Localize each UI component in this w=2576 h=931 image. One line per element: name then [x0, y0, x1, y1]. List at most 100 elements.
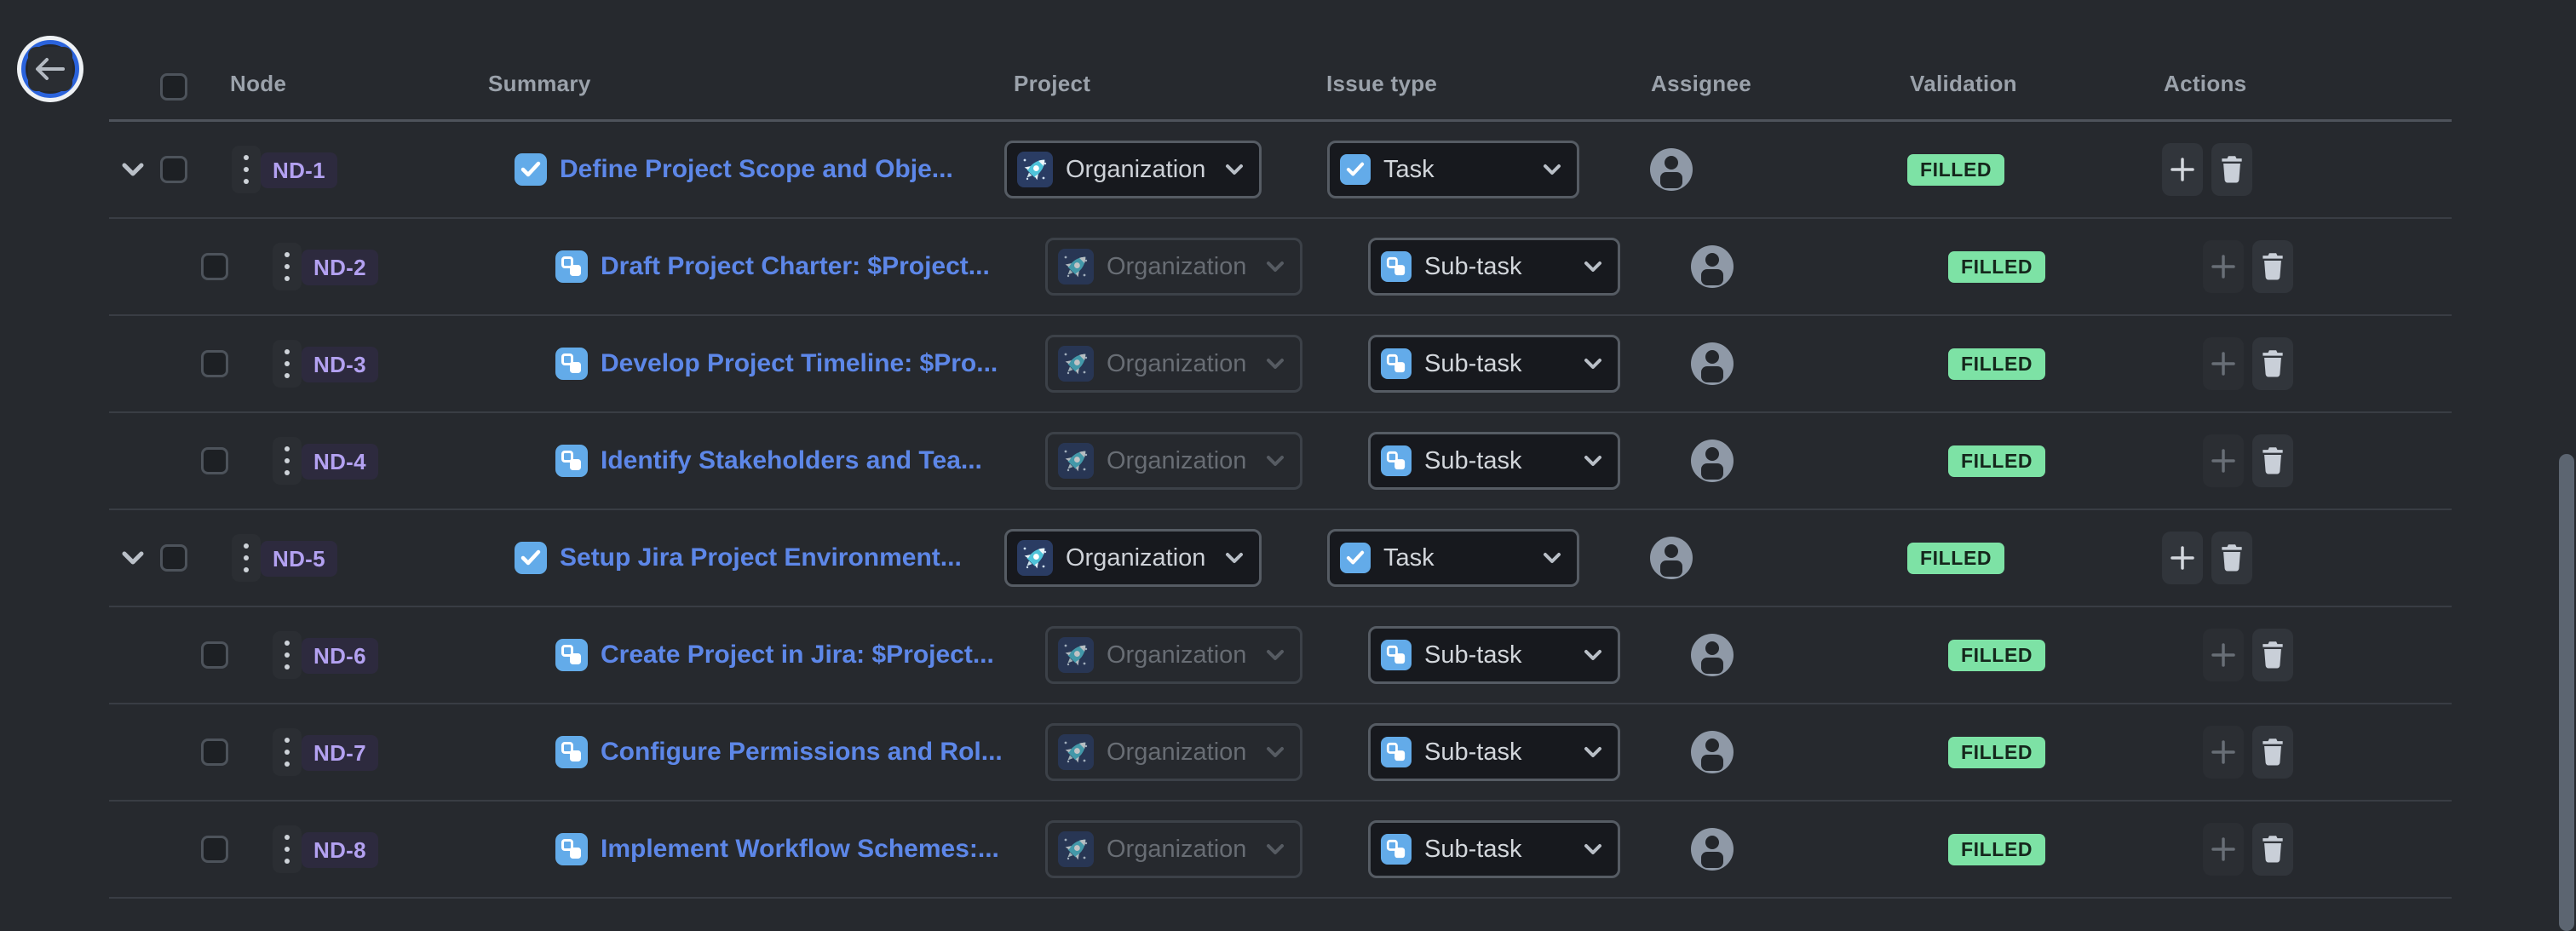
- plus-icon: [2210, 253, 2237, 280]
- column-header-summary: Summary: [488, 71, 591, 97]
- drag-handle-icon[interactable]: [232, 146, 261, 193]
- project-label: Organization: [1107, 641, 1246, 670]
- summary-link[interactable]: Define Project Scope and Obje...: [560, 155, 953, 184]
- issue-type-label: Sub-task: [1424, 836, 1521, 864]
- validation-badge: FILLED: [1907, 543, 2004, 574]
- delete-row-button[interactable]: [2252, 240, 2293, 293]
- column-header-validation: Validation: [1910, 71, 2017, 97]
- rocket-icon: [1058, 637, 1094, 673]
- issue-type-label: Sub-task: [1424, 447, 1521, 475]
- expand-chevron-icon[interactable]: [118, 545, 148, 571]
- assignee-avatar person-avatar-icon[interactable]: [1650, 148, 1693, 191]
- task-icon: [1340, 543, 1371, 573]
- select-all-checkbox[interactable]: [160, 73, 187, 101]
- issue-type-select[interactable]: Sub-task: [1368, 723, 1620, 781]
- issue-tree-table: Node Summary Project Issue type Assignee…: [109, 0, 2452, 899]
- issue-type-select[interactable]: Task: [1327, 141, 1579, 198]
- trash-icon: [2261, 641, 2285, 669]
- column-header-assignee: Assignee: [1651, 71, 1751, 97]
- issue-type-select[interactable]: Sub-task: [1368, 626, 1620, 684]
- project-select[interactable]: Organization: [1004, 141, 1262, 198]
- issue-type-select[interactable]: Sub-task: [1368, 432, 1620, 490]
- delete-row-button[interactable]: [2252, 337, 2293, 390]
- summary-link[interactable]: Setup Jira Project Environment...: [560, 543, 962, 572]
- assignee-avatar person-avatar-icon[interactable]: [1691, 828, 1734, 871]
- row-checkbox[interactable]: [201, 350, 228, 377]
- node-id-badge: ND-8: [302, 832, 378, 868]
- row-checkbox[interactable]: [160, 544, 187, 572]
- chevron-down-icon: [1266, 843, 1285, 855]
- add-row-button[interactable]: [2162, 143, 2203, 196]
- row-checkbox[interactable]: [201, 253, 228, 280]
- project-label: Organization: [1066, 544, 1205, 572]
- column-header-actions: Actions: [2164, 71, 2246, 97]
- summary-cell: Implement Workflow Schemes:...: [555, 802, 999, 897]
- row-checkbox[interactable]: [201, 738, 228, 766]
- node-id-badge: ND-4: [302, 444, 378, 480]
- add-row-button[interactable]: [2162, 532, 2203, 584]
- plus-icon: [2210, 836, 2237, 863]
- assignee-avatar person-avatar-icon[interactable]: [1691, 634, 1734, 676]
- summary-cell: Configure Permissions and Rol...: [555, 704, 1003, 800]
- summary-link[interactable]: Develop Project Timeline: $Pro...: [601, 349, 998, 378]
- issue-type-select[interactable]: Sub-task: [1368, 335, 1620, 393]
- assignee-avatar person-avatar-icon[interactable]: [1691, 731, 1734, 773]
- chevron-down-icon: [1584, 649, 1602, 661]
- summary-link[interactable]: Identify Stakeholders and Tea...: [601, 446, 982, 475]
- issue-type-select[interactable]: Sub-task: [1368, 238, 1620, 296]
- drag-handle-icon[interactable]: [273, 631, 302, 679]
- project-label: Organization: [1107, 350, 1246, 378]
- expand-chevron-icon[interactable]: [118, 157, 148, 182]
- back-button[interactable]: [21, 40, 79, 98]
- project-select: Organization: [1045, 238, 1302, 296]
- row-checkbox[interactable]: [201, 641, 228, 669]
- row-checkbox[interactable]: [201, 447, 228, 474]
- drag-handle-icon[interactable]: [273, 437, 302, 485]
- project-select: Organization: [1045, 335, 1302, 393]
- delete-row-button[interactable]: [2252, 823, 2293, 876]
- node-id-badge: ND-6: [302, 638, 378, 674]
- drag-handle-icon[interactable]: [273, 728, 302, 776]
- table-header: Node Summary Project Issue type Assignee…: [109, 0, 2452, 122]
- assignee-avatar person-avatar-icon[interactable]: [1691, 245, 1734, 288]
- validation-badge: FILLED: [1948, 834, 2045, 865]
- issue-type-label: Task: [1383, 156, 1435, 184]
- plus-icon: [2169, 544, 2196, 572]
- delete-row-button[interactable]: [2211, 532, 2252, 584]
- row-checkbox[interactable]: [201, 836, 228, 863]
- project-label: Organization: [1066, 156, 1205, 184]
- drag-handle-icon[interactable]: [273, 243, 302, 290]
- delete-row-button[interactable]: [2252, 629, 2293, 681]
- task-icon: [515, 153, 547, 186]
- project-select: Organization: [1045, 820, 1302, 878]
- plus-icon: [2210, 447, 2237, 474]
- assignee-avatar person-avatar-icon[interactable]: [1650, 537, 1693, 579]
- delete-row-button[interactable]: [2211, 143, 2252, 196]
- row-checkbox[interactable]: [160, 156, 187, 183]
- delete-row-button[interactable]: [2252, 726, 2293, 779]
- table-body: ND-1 Define Project Scope and Obje...: [109, 122, 2452, 899]
- assignee-avatar person-avatar-icon[interactable]: [1691, 440, 1734, 482]
- chevron-down-icon: [1266, 746, 1285, 758]
- summary-link[interactable]: Create Project in Jira: $Project...: [601, 641, 994, 670]
- issue-type-label: Sub-task: [1424, 350, 1521, 378]
- task-icon: [515, 542, 547, 574]
- chevron-down-icon: [1543, 164, 1561, 175]
- summary-link[interactable]: Configure Permissions and Rol...: [601, 738, 1003, 767]
- issue-type-select[interactable]: Task: [1327, 529, 1579, 587]
- add-row-button: [2203, 434, 2244, 487]
- column-header-project: Project: [1014, 71, 1090, 97]
- assignee-avatar person-avatar-icon[interactable]: [1691, 342, 1734, 385]
- delete-row-button[interactable]: [2252, 434, 2293, 487]
- issue-type-select[interactable]: Sub-task: [1368, 820, 1620, 878]
- issue-type-label: Sub-task: [1424, 738, 1521, 767]
- summary-link[interactable]: Implement Workflow Schemes:...: [601, 835, 999, 864]
- project-select: Organization: [1045, 626, 1302, 684]
- drag-handle-icon[interactable]: [232, 534, 261, 582]
- drag-handle-icon[interactable]: [273, 340, 302, 388]
- vertical-scrollbar-thumb[interactable]: [2559, 454, 2574, 931]
- project-select[interactable]: Organization: [1004, 529, 1262, 587]
- summary-link[interactable]: Draft Project Charter: $Project...: [601, 252, 990, 281]
- drag-handle-icon[interactable]: [273, 825, 302, 873]
- trash-icon: [2261, 836, 2285, 863]
